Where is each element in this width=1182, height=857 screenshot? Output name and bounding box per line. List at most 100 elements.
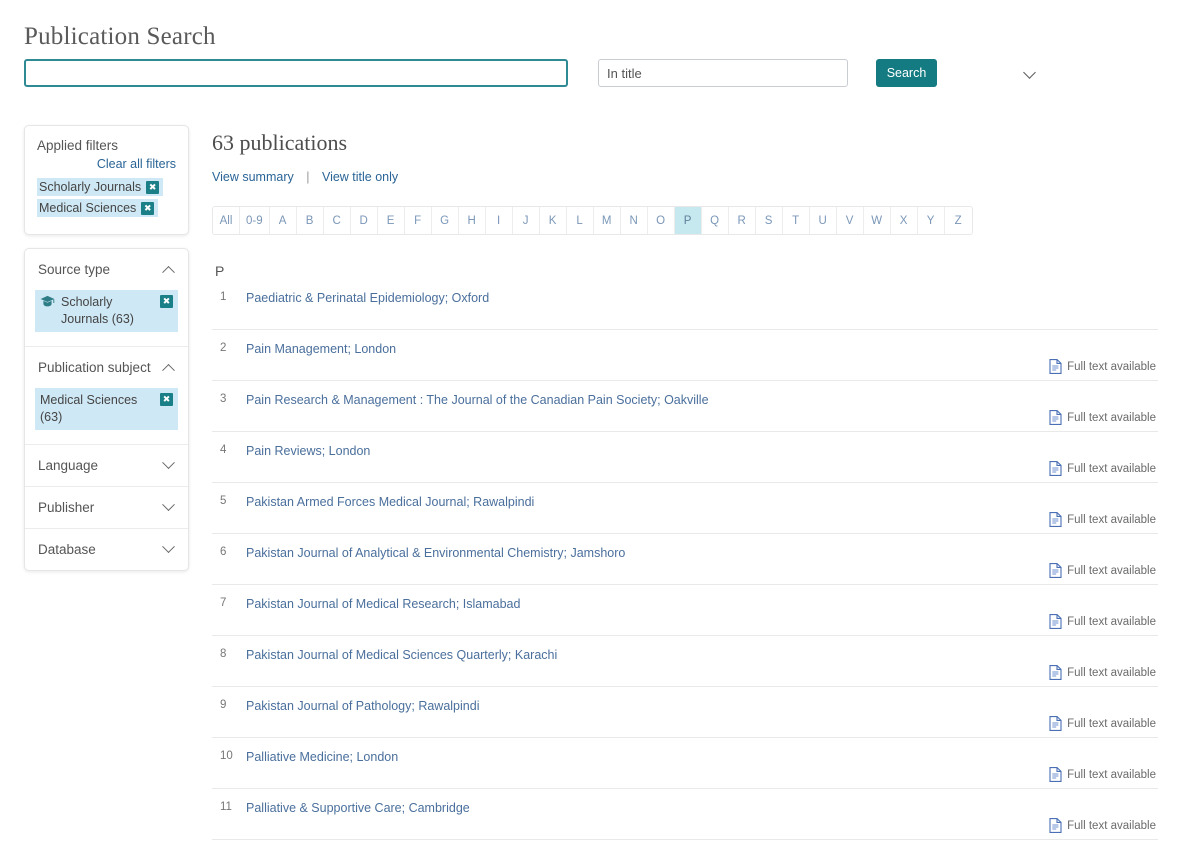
alphabet-cell-u[interactable]: U [809,207,837,234]
full-text-available-badge[interactable]: Full text available [1049,614,1156,629]
page-title: Publication Search [24,22,216,50]
document-icon [1049,818,1062,833]
alphabet-cell-z[interactable]: Z [944,207,972,234]
alphabet-cell-e[interactable]: E [377,207,405,234]
result-title-link[interactable]: Pakistan Journal of Medical Sciences Qua… [246,647,1158,663]
full-text-available-label: Full text available [1067,462,1156,475]
result-title-link[interactable]: Pain Research & Management : The Journal… [246,392,1158,408]
result-title-link[interactable]: Pain Reviews; London [246,443,1158,459]
close-icon[interactable]: ✖ [141,201,155,215]
facet-source-type-body: Scholarly Journals (63) ✖ [25,290,188,346]
close-icon[interactable]: ✖ [160,295,173,308]
document-icon [1049,410,1062,425]
filters-rail: Applied filters Clear all filters Schola… [24,125,189,571]
full-text-available-badge[interactable]: Full text available [1049,563,1156,578]
applied-filter-chip[interactable]: Scholarly Journals ✖ [37,178,164,196]
alphabet-cell-d[interactable]: D [350,207,378,234]
result-row: 6 Pakistan Journal of Analytical & Enviro… [212,534,1158,585]
result-row: 1 Paediatric & Perinatal Epidemiology; Ox… [212,279,1158,330]
document-icon [1049,767,1062,782]
facet-source-type-header[interactable]: Source type [25,249,188,290]
alphabet-cell-w[interactable]: W [863,207,891,234]
result-index: 9 [220,699,227,711]
alphabet-cell-v[interactable]: V [836,207,864,234]
full-text-available-label: Full text available [1067,768,1156,781]
alphabet-cell-q[interactable]: Q [701,207,729,234]
full-text-available-label: Full text available [1067,360,1156,373]
facet-label: Language [38,457,99,473]
result-title-link[interactable]: Pakistan Journal of Pathology; Rawalpind… [246,698,1158,714]
result-index: 2 [220,342,227,354]
search-button[interactable]: Search [876,59,937,87]
full-text-available-badge[interactable]: Full text available [1049,512,1156,527]
alphabet-cell-t[interactable]: T [782,207,810,234]
full-text-available-badge[interactable]: Full text available [1049,461,1156,476]
full-text-available-badge[interactable]: Full text available [1049,359,1156,374]
alphabet-cell-y[interactable]: Y [917,207,945,234]
full-text-available-badge[interactable]: Full text available [1049,410,1156,425]
applied-filters-card: Applied filters Clear all filters Schola… [24,125,189,235]
alphabet-cell-n[interactable]: N [620,207,648,234]
facet-item-medical-sciences[interactable]: Medical Sciences (63) ✖ [35,387,178,430]
result-row: 11 Palliative & Supportive Care; Cambridg… [212,789,1158,840]
document-icon [1049,665,1062,680]
view-summary-link[interactable]: View summary [212,170,294,184]
alphabet-cell-j[interactable]: J [512,207,540,234]
applied-filter-chip[interactable]: Medical Sciences ✖ [37,199,159,217]
result-title-link[interactable]: Pakistan Journal of Analytical & Environ… [246,545,1158,561]
alphabet-cell-all[interactable]: All [213,207,240,234]
result-title-link[interactable]: Palliative Medicine; London [246,749,1158,765]
full-text-available-badge[interactable]: Full text available [1049,716,1156,731]
chevron-down-icon [1023,66,1036,79]
alphabet-cell-l[interactable]: L [566,207,594,234]
facet-language-header[interactable]: Language [25,445,188,486]
close-icon[interactable]: ✖ [160,392,173,406]
facet-database-header[interactable]: Database [25,529,188,570]
alphabet-cell-m[interactable]: M [593,207,621,234]
alphabet-cell-x[interactable]: X [890,207,918,234]
facet-item-scholarly-journals[interactable]: Scholarly Journals (63) ✖ [35,290,178,332]
alphabet-cell-g[interactable]: G [431,207,459,234]
facet-publisher-header[interactable]: Publisher [25,487,188,528]
chevron-down-icon[interactable] [162,497,175,511]
result-title-link[interactable]: Pain Management; London [246,341,1158,357]
alphabet-cell-o[interactable]: O [647,207,675,234]
alphabet-cell-p[interactable]: P [674,207,702,234]
alphabet-cell-0-9[interactable]: 0-9 [240,207,270,234]
alphabet-cell-a[interactable]: A [269,207,297,234]
chevron-up-icon[interactable] [162,265,175,279]
view-title-only-link[interactable]: View title only [322,170,398,184]
alphabet-cell-s[interactable]: S [755,207,783,234]
result-row: 10 Palliative Medicine; London Full text a… [212,738,1158,789]
chevron-down-icon[interactable] [162,455,175,469]
alphabet-cell-i[interactable]: I [485,207,513,234]
search-input[interactable] [24,59,568,87]
alphabet-cell-r[interactable]: R [728,207,756,234]
clear-all-filters-link[interactable]: Clear all filters [37,157,176,171]
result-title-link[interactable]: Pakistan Journal of Medical Research; Is… [246,596,1158,612]
alphabet-cell-h[interactable]: H [458,207,486,234]
search-scope-select[interactable]: In title [598,59,848,87]
alphabet-cell-f[interactable]: F [404,207,432,234]
full-text-available-badge[interactable]: Full text available [1049,665,1156,680]
result-title-link[interactable]: Pakistan Armed Forces Medical Journal; R… [246,494,1158,510]
applied-filter-label: Medical Sciences [39,201,137,215]
document-icon [1049,359,1062,374]
result-title-link[interactable]: Paediatric & Perinatal Epidemiology; Oxf… [246,290,1158,306]
chevron-down-icon[interactable] [162,539,175,553]
facet-source-type: Source type Scholarly Journals (63) ✖ [25,249,188,347]
alphabet-cell-b[interactable]: B [296,207,324,234]
facet-publication-subject-header[interactable]: Publication subject [25,347,188,388]
alphabet-cell-c[interactable]: C [323,207,351,234]
result-row: 7 Pakistan Journal of Medical Research; I… [212,585,1158,636]
full-text-available-badge[interactable]: Full text available [1049,818,1156,833]
result-title-link[interactable]: Palliative & Supportive Care; Cambridge [246,800,1158,816]
facet-database: Database [25,529,188,570]
alphabet-cell-k[interactable]: K [539,207,567,234]
full-text-available-badge[interactable]: Full text available [1049,767,1156,782]
result-row: 2 Pain Management; London Full text availa… [212,330,1158,381]
result-row: 5 Pakistan Armed Forces Medical Journal; … [212,483,1158,534]
results-count: 63 publications [212,130,348,155]
close-icon[interactable]: ✖ [146,180,160,194]
chevron-up-icon[interactable] [162,363,175,377]
